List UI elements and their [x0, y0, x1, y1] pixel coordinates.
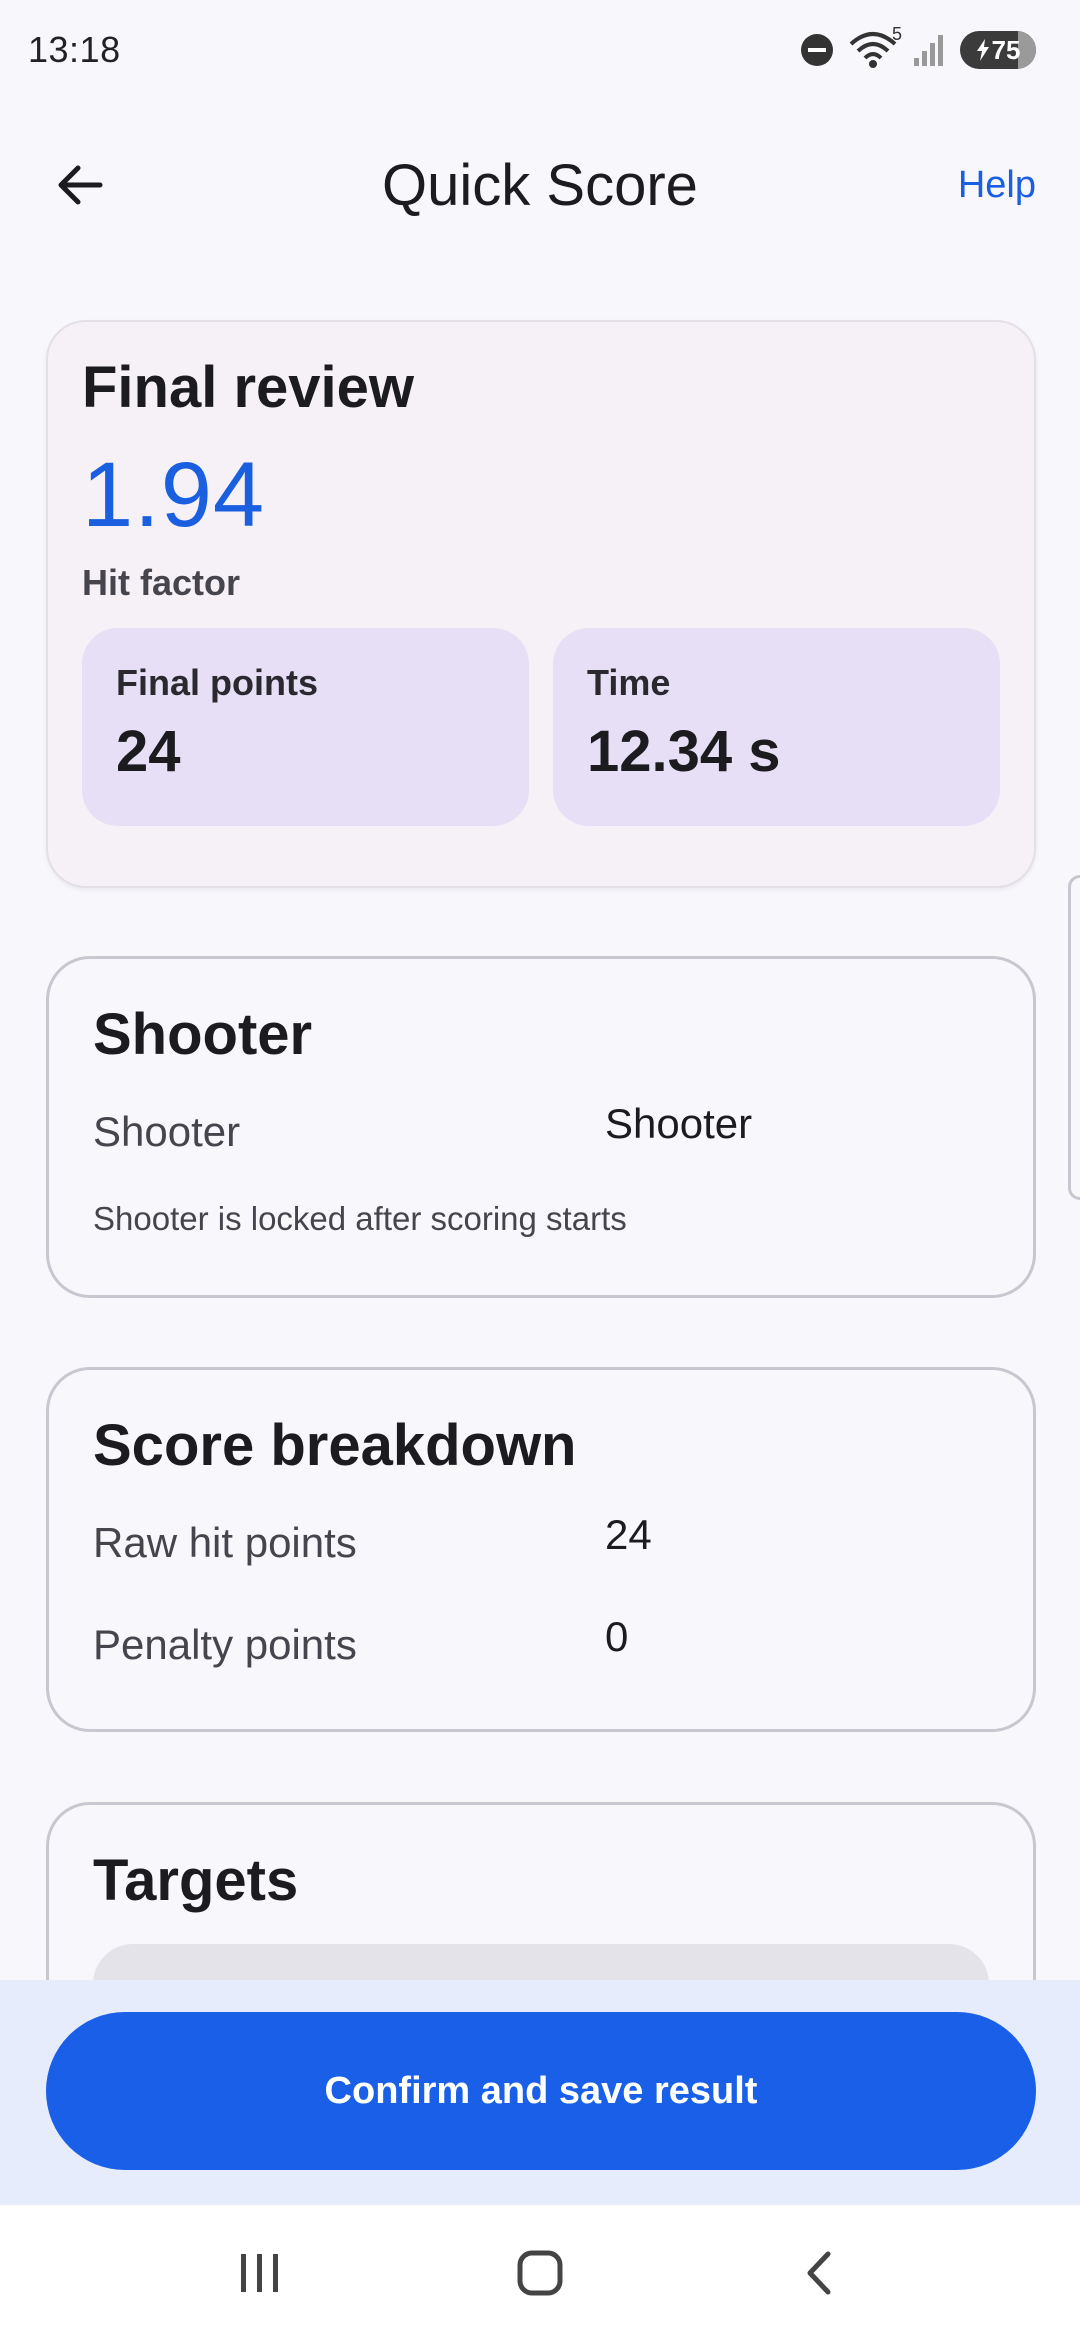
time-label: Time [587, 662, 671, 703]
shooter-field-value: Shooter [605, 1100, 753, 1147]
final-points-value: 24 [116, 719, 181, 784]
raw-hit-points-label: Raw hit points [93, 1519, 357, 1566]
targets-title: Targets [93, 1848, 299, 1913]
score-breakdown-title: Score breakdown [93, 1413, 577, 1478]
penalty-points-row: Penalty points 0 [93, 1581, 989, 1683]
shooter-title: Shooter [93, 1002, 313, 1067]
status-icons: 5 75 [800, 24, 1036, 70]
back-icon [807, 2251, 831, 2294]
battery-level: 75 [991, 34, 1021, 65]
raw-hit-points-value: 24 [605, 1511, 652, 1558]
penalty-points-value: 0 [605, 1613, 629, 1660]
scroll-indicator[interactable] [1068, 875, 1080, 1200]
stat-row: Final points 24 Time 12.34 s [82, 628, 1000, 826]
wifi-icon: 5 [848, 24, 902, 70]
status-bar: 13:18 5 75 [0, 0, 1080, 100]
nav-back-button[interactable] [775, 2228, 865, 2318]
shooter-locked-note: Shooter is locked after scoring starts [93, 1200, 627, 1237]
system-nav-bar [0, 2205, 1080, 2340]
home-icon [517, 2250, 563, 2295]
help-button[interactable]: Help [958, 164, 1036, 207]
quick-score-screen: 13:18 5 75 Quick Score Help Final review… [0, 0, 1080, 2340]
final-points-box: Final points 24 [82, 628, 529, 826]
recents-button[interactable] [215, 2228, 305, 2318]
final-review-title: Final review [82, 355, 415, 420]
confirm-save-button[interactable]: Confirm and save result [46, 2012, 1036, 2170]
score-breakdown-card: Score breakdown Raw hit points 24 Penalt… [46, 1367, 1036, 1732]
recents-icon [241, 2253, 278, 2292]
page-title: Quick Score [382, 152, 698, 218]
arrow-left-icon [58, 165, 103, 205]
raw-hit-points-row: Raw hit points 24 [93, 1479, 989, 1581]
time-value: 12.34 s [587, 719, 781, 784]
wifi-badge: 5 [891, 24, 902, 44]
shooter-row: Shooter Shooter [93, 1068, 989, 1170]
hit-factor-label: Hit factor [82, 562, 241, 603]
bottom-action-bar: Confirm and save result [0, 1980, 1080, 2205]
final-review-card: Final review 1.94 Hit factor Final point… [46, 320, 1036, 888]
penalty-points-label: Penalty points [93, 1621, 357, 1668]
time-box: Time 12.34 s [553, 628, 1000, 826]
final-points-label: Final points [116, 662, 318, 703]
app-bar: Quick Score Help [0, 130, 1080, 240]
shooter-card: Shooter Shooter Shooter Shooter is locke… [46, 956, 1036, 1298]
hit-factor-value: 1.94 [82, 444, 266, 546]
status-time: 13:18 [28, 29, 121, 70]
dnd-icon [800, 33, 834, 67]
battery-charging-icon: 75 [960, 31, 1036, 69]
signal-icon [912, 32, 946, 68]
shooter-field-label: Shooter [93, 1108, 241, 1155]
back-button[interactable] [48, 153, 112, 217]
home-button[interactable] [495, 2228, 585, 2318]
